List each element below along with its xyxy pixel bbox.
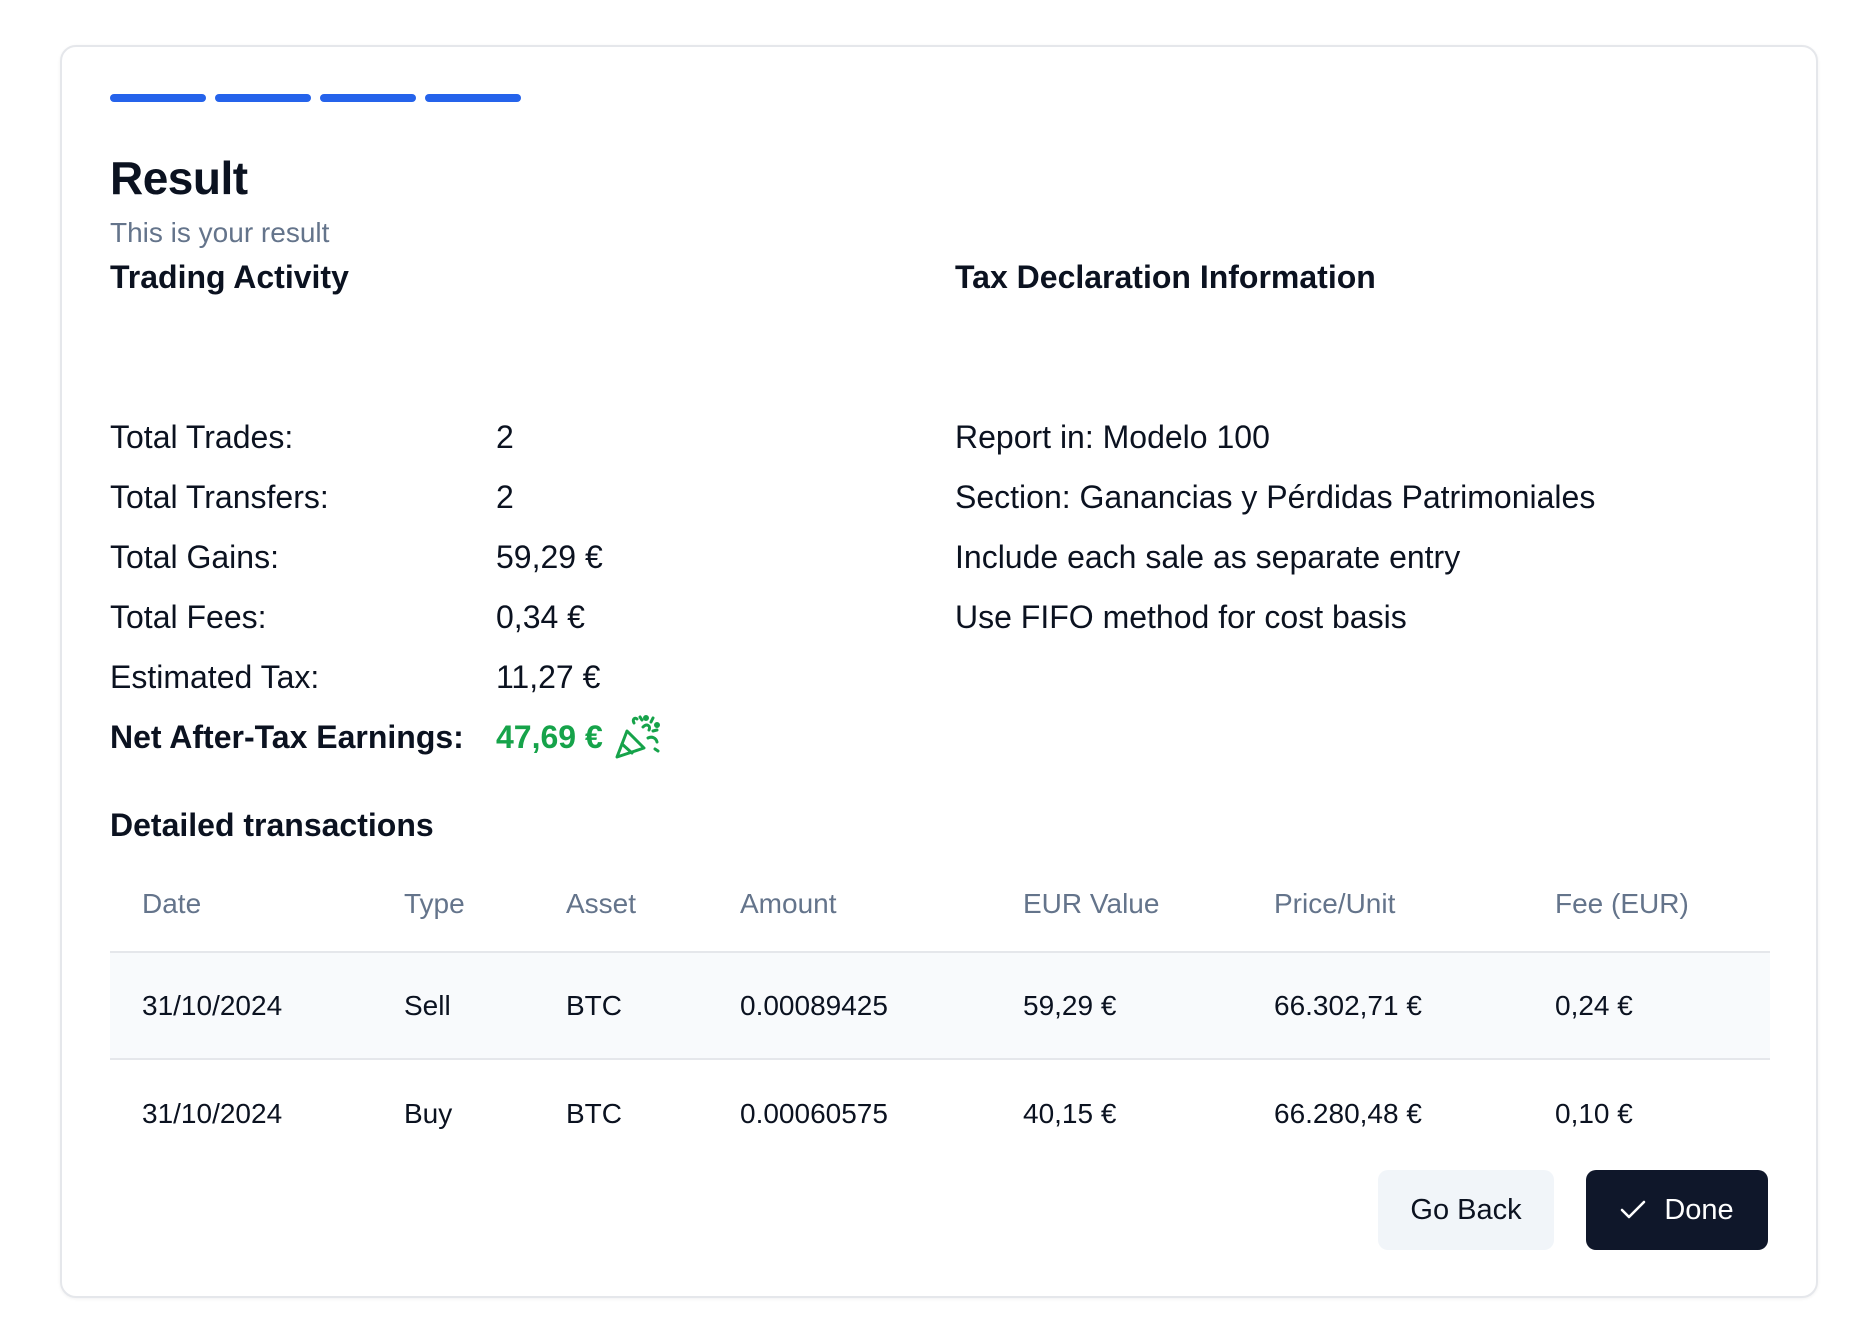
column-header-price-unit: Price/Unit: [1274, 888, 1396, 919]
tax-declaration-list: Report in: Modelo 100 Section: Ganancias…: [955, 407, 1595, 647]
cell-fee: 0,10 €: [1555, 1097, 1633, 1129]
net-earnings-value: 47,69 €: [496, 714, 661, 760]
cell-date: 31/10/2024: [142, 1097, 283, 1129]
progress-step-4: [425, 94, 521, 102]
stat-value: 2: [496, 418, 514, 455]
stat-label: Total Fees:: [110, 598, 267, 635]
column-header-amount: Amount: [740, 888, 837, 919]
column-header-date: Date: [142, 888, 202, 919]
progress-step-1: [110, 94, 206, 102]
form-actions: Go Back Done: [1378, 1170, 1768, 1250]
stat-total-fees: Total Fees: 0,34 €: [110, 587, 661, 647]
tax-info-item: Include each sale as separate entry: [955, 538, 1461, 575]
stat-label: Total Gains:: [110, 538, 279, 575]
column-header-asset: Asset: [566, 888, 637, 919]
transactions-heading: Detailed transactions: [110, 807, 434, 843]
stat-total-transfers: Total Transfers: 2: [110, 467, 661, 527]
tax-info-item: Section: Ganancias y Pérdidas Patrimonia…: [955, 478, 1596, 515]
table-header-row: Date Type Asset Amount EUR Value Price/U…: [110, 857, 1770, 953]
transactions-table: Date Type Asset Amount EUR Value Price/U…: [110, 857, 1770, 1167]
cell-price-unit: 66.280,48 €: [1274, 1097, 1422, 1129]
stat-label: Net After-Tax Earnings:: [110, 718, 464, 755]
page-title: Result: [110, 152, 248, 204]
stat-value: 0,34 €: [496, 598, 585, 635]
done-button-label: Done: [1664, 1193, 1734, 1226]
tax-info-item: Report in: Modelo 100: [955, 418, 1270, 455]
column-header-eur-value: EUR Value: [1023, 888, 1160, 919]
cell-amount: 0.00060575: [740, 1097, 888, 1129]
stat-label: Total Trades:: [110, 418, 294, 455]
stat-estimated-tax: Estimated Tax: 11,27 €: [110, 647, 661, 707]
stat-total-trades: Total Trades: 2: [110, 407, 661, 467]
column-header-fee: Fee (EUR): [1555, 888, 1689, 919]
done-button[interactable]: Done: [1586, 1170, 1768, 1250]
cell-asset: BTC: [566, 1097, 622, 1129]
result-card: Result This is your result Trading Activ…: [60, 45, 1818, 1298]
page-subtitle: This is your result: [110, 217, 330, 248]
tax-declaration-heading: Tax Declaration Information: [955, 259, 1376, 295]
column-header-type: Type: [404, 888, 465, 919]
stat-value: 11,27 €: [496, 658, 601, 695]
table-row[interactable]: 31/10/2024 Buy BTC 0.00060575 40,15 € 66…: [110, 1060, 1770, 1167]
tax-info-item: Use FIFO method for cost basis: [955, 598, 1407, 635]
net-earnings-amount: 47,69 €: [496, 718, 603, 755]
table-row[interactable]: 31/10/2024 Sell BTC 0.00089425 59,29 € 6…: [110, 953, 1770, 1060]
progress-step-2: [215, 94, 311, 102]
cell-amount: 0.00089425: [740, 989, 888, 1021]
stat-value: 2: [496, 478, 514, 515]
cell-asset: BTC: [566, 989, 622, 1021]
progress-step-3: [320, 94, 416, 102]
cell-date: 31/10/2024: [142, 989, 283, 1021]
step-progress-bar: [110, 94, 521, 102]
cell-price-unit: 66.302,71 €: [1274, 989, 1422, 1021]
trading-activity-heading: Trading Activity: [110, 259, 349, 295]
trading-activity-stats: Total Trades: 2 Total Transfers: 2 Total…: [110, 407, 661, 767]
stat-net-earnings: Net After-Tax Earnings: 47,69 €: [110, 707, 661, 767]
stat-label: Estimated Tax:: [110, 658, 320, 695]
stat-label: Total Transfers:: [110, 478, 329, 515]
cell-type: Sell: [404, 989, 451, 1021]
cell-eur-value: 59,29 €: [1023, 989, 1117, 1021]
go-back-button[interactable]: Go Back: [1378, 1170, 1554, 1250]
stat-value: 59,29 €: [496, 538, 603, 575]
cell-type: Buy: [404, 1097, 453, 1129]
cell-eur-value: 40,15 €: [1023, 1097, 1117, 1129]
cell-fee: 0,24 €: [1555, 989, 1633, 1021]
check-icon: [1620, 1200, 1646, 1220]
party-popper-icon: [613, 714, 661, 760]
stat-total-gains: Total Gains: 59,29 €: [110, 527, 661, 587]
